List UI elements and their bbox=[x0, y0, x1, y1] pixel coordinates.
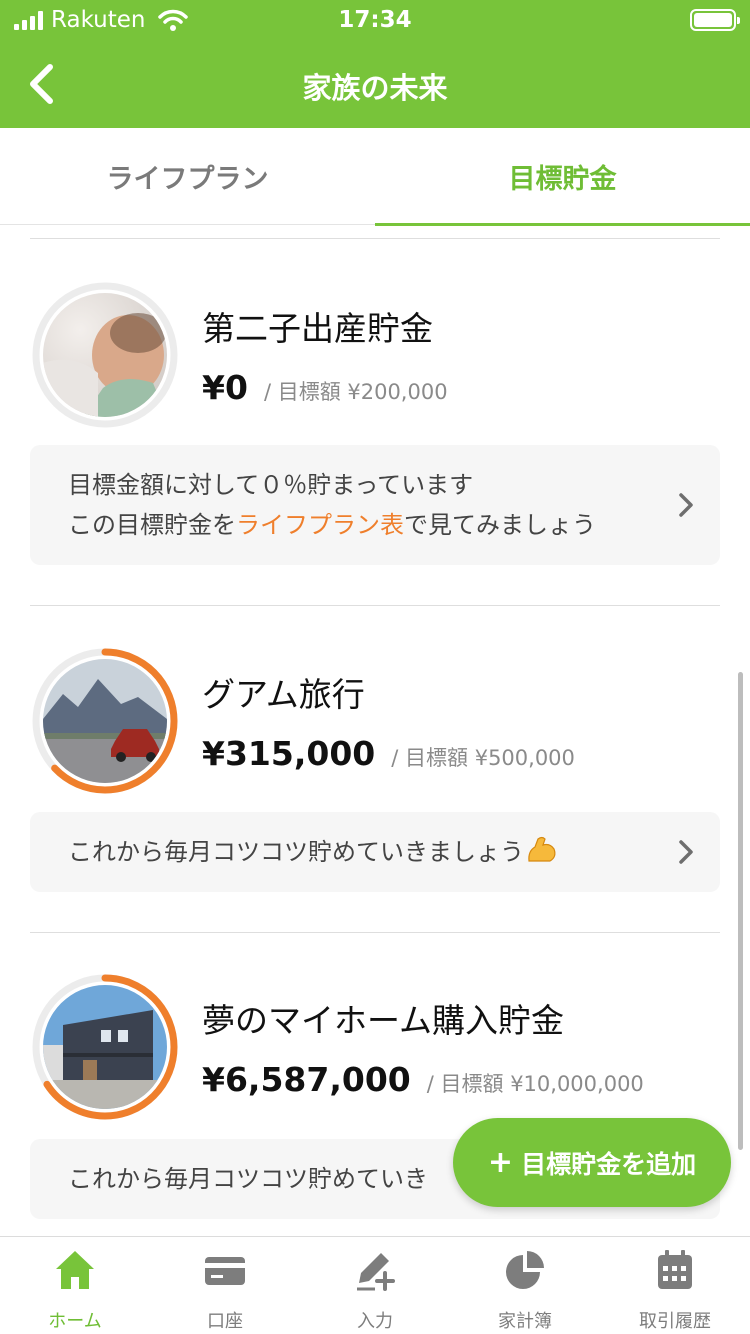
goal-amount-row: ¥6,587,000 / 目標額 ¥10,000,000 bbox=[202, 1060, 644, 1099]
card-icon bbox=[205, 1257, 245, 1285]
goal-message-box[interactable]: これから毎月コツコツ貯めていきましょう bbox=[30, 812, 720, 892]
bottom-tab-transactions[interactable]: 取引履歴 bbox=[600, 1237, 750, 1334]
message-text: これから毎月コツコツ貯めていき bbox=[68, 1165, 428, 1193]
goal-message-box[interactable]: 目標金額に対して０％貯まっています この目標貯金をライフプラン表で見てみましょう bbox=[30, 445, 720, 565]
plus-icon: + bbox=[487, 1145, 514, 1180]
battery-icon bbox=[690, 9, 740, 31]
house-photo bbox=[43, 985, 167, 1109]
goal-card[interactable]: グアム旅行 ¥315,000 / 目標額 ¥500,000 bbox=[0, 646, 750, 976]
chevron-right-icon bbox=[679, 493, 693, 517]
goal-current-amount: ¥315,000 bbox=[202, 734, 376, 773]
goal-name: グアム旅行 bbox=[202, 675, 365, 714]
message-text: で見てみましょう bbox=[404, 511, 596, 539]
flexed-biceps-icon bbox=[528, 836, 556, 862]
bottom-tab-input[interactable]: 入力 bbox=[300, 1237, 450, 1334]
message-text: これから毎月コツコツ貯めていきましょう bbox=[68, 838, 524, 866]
chevron-right-icon bbox=[679, 840, 693, 864]
goal-target-amount: / 目標額 ¥500,000 bbox=[391, 746, 575, 770]
bottom-tab-household-book[interactable]: 家計簿 bbox=[450, 1237, 600, 1334]
life-plan-link[interactable]: ライフプラン表 bbox=[236, 511, 404, 539]
progress-ring bbox=[30, 972, 180, 1122]
bottom-tab-home[interactable]: ホーム bbox=[0, 1237, 150, 1334]
goal-name: 夢のマイホーム購入貯金 bbox=[202, 1001, 565, 1040]
progress-ring bbox=[30, 646, 180, 796]
bottom-tab-label: 口座 bbox=[207, 1311, 243, 1332]
bottom-tab-label: 取引履歴 bbox=[639, 1311, 711, 1332]
list-divider bbox=[30, 238, 720, 239]
goal-target-amount: / 目標額 ¥10,000,000 bbox=[426, 1072, 644, 1096]
message-text: この目標貯金を bbox=[68, 511, 236, 539]
nav-bar: 家族の未来 bbox=[0, 40, 750, 128]
goal-current-amount: ¥0 bbox=[202, 368, 248, 407]
pie-chart-icon bbox=[506, 1251, 544, 1289]
segment-tabs: ライフプラン 目標貯金 bbox=[0, 128, 750, 226]
page-title: 家族の未来 bbox=[302, 71, 448, 105]
scrollbar[interactable] bbox=[738, 672, 743, 1150]
tab-goal-savings[interactable]: 目標貯金 bbox=[375, 128, 750, 226]
message-line-2: この目標貯金をライフプラン表で見てみましょう bbox=[68, 505, 596, 545]
status-bar: Rakuten 17:34 bbox=[0, 0, 750, 40]
bottom-tab-bar: ホーム 口座 入力 家計簿 取引履歴 bbox=[0, 1236, 750, 1334]
list-divider bbox=[30, 932, 720, 933]
home-icon bbox=[56, 1251, 94, 1289]
calendar-icon bbox=[658, 1250, 692, 1289]
add-goal-label: 目標貯金を追加 bbox=[521, 1149, 697, 1179]
goal-amount-row: ¥0 / 目標額 ¥200,000 bbox=[202, 368, 448, 407]
bottom-tab-accounts[interactable]: 口座 bbox=[150, 1237, 300, 1334]
list-divider bbox=[30, 605, 720, 606]
message-line: これから毎月コツコツ貯めていきましょう bbox=[68, 832, 558, 872]
bottom-tab-label: 入力 bbox=[357, 1311, 393, 1332]
message-line-1: 目標金額に対して０％貯まっています bbox=[68, 471, 474, 499]
progress-ring bbox=[30, 280, 180, 430]
tab-life-plan[interactable]: ライフプラン bbox=[0, 128, 375, 225]
add-goal-savings-button[interactable]: + 目標貯金を追加 bbox=[453, 1118, 731, 1207]
goal-current-amount: ¥6,587,000 bbox=[202, 1060, 411, 1099]
goal-name: 第二子出産貯金 bbox=[202, 309, 433, 348]
car-road-photo bbox=[43, 659, 167, 783]
baby-photo bbox=[43, 293, 167, 417]
app-header: Rakuten 17:34 家族の未来 bbox=[0, 0, 750, 128]
bottom-tab-label: 家計簿 bbox=[498, 1311, 552, 1332]
goal-amount-row: ¥315,000 / 目標額 ¥500,000 bbox=[202, 734, 575, 773]
clock: 17:34 bbox=[338, 7, 412, 33]
bottom-tab-label: ホーム bbox=[48, 1311, 102, 1332]
pen-plus-icon bbox=[357, 1253, 395, 1291]
goal-target-amount: / 目標額 ¥200,000 bbox=[263, 380, 448, 404]
